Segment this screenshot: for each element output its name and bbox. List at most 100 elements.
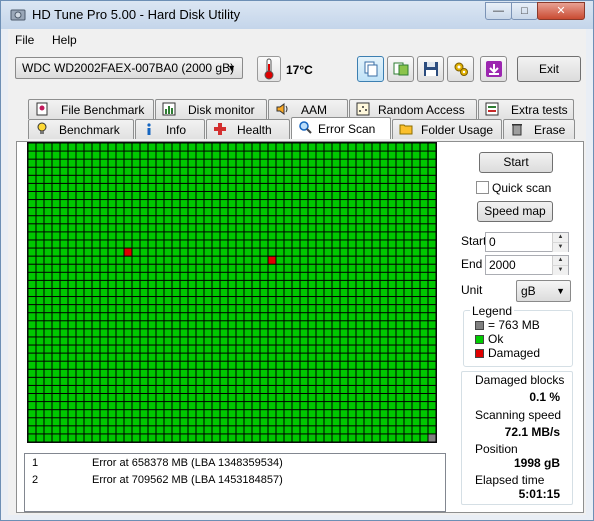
- thermometer-button[interactable]: [257, 56, 281, 82]
- block-ok: [292, 216, 300, 224]
- block-ok: [76, 361, 84, 369]
- start-button[interactable]: Start: [479, 152, 553, 173]
- tab-erase[interactable]: Erase: [503, 119, 575, 139]
- block-ok: [76, 280, 84, 288]
- quick-scan-label[interactable]: Quick scan: [492, 181, 551, 195]
- block-ok: [36, 248, 44, 256]
- block-ok: [276, 305, 284, 313]
- copy-button[interactable]: [357, 56, 384, 82]
- block-ok: [420, 183, 428, 191]
- menu-help[interactable]: Help: [52, 33, 77, 47]
- block-ok: [348, 369, 356, 377]
- tab-disk-monitor[interactable]: Disk monitor: [155, 99, 267, 119]
- block-ok: [300, 337, 308, 345]
- list-item[interactable]: 1 Error at 658378 MB (LBA 1348359534): [25, 457, 445, 473]
- tab-label: Folder Usage: [421, 123, 494, 137]
- spin-down-icon[interactable]: ▼: [552, 242, 568, 252]
- block-ok: [268, 167, 276, 175]
- legend-swatch-damaged: [475, 349, 484, 358]
- block-ok: [396, 321, 404, 329]
- block-ok: [44, 321, 52, 329]
- tab-extra-tests[interactable]: Extra tests: [478, 99, 574, 119]
- block-ok: [260, 216, 268, 224]
- block-ok: [428, 159, 436, 167]
- block-ok: [236, 288, 244, 297]
- block-ok: [228, 248, 236, 256]
- block-ok: [172, 167, 180, 175]
- block-ok: [284, 369, 292, 377]
- speed-map-button[interactable]: Speed map: [477, 201, 553, 222]
- block-ok: [372, 402, 380, 410]
- tab-info[interactable]: Info: [135, 119, 205, 139]
- block-ok: [340, 345, 348, 353]
- block-ok: [332, 426, 340, 434]
- block-ok: [204, 216, 212, 224]
- file-benchmark-icon: [36, 102, 48, 116]
- block-ok: [92, 151, 100, 159]
- block-ok: [100, 345, 108, 353]
- block-ok: [300, 313, 308, 321]
- end-spinbox[interactable]: 2000 ▲ ▼: [485, 255, 569, 275]
- block-ok: [212, 216, 220, 224]
- block-ok: [412, 385, 420, 394]
- copy-screenshot-button[interactable]: [387, 56, 414, 82]
- block-ok: [84, 280, 92, 288]
- block-ok: [268, 385, 276, 394]
- block-ok: [108, 394, 116, 402]
- block-ok: [44, 200, 52, 208]
- block-ok: [148, 353, 156, 361]
- error-list[interactable]: 1 Error at 658378 MB (LBA 1348359534) 2 …: [24, 453, 446, 512]
- block-ok: [172, 402, 180, 410]
- block-ok: [372, 329, 380, 337]
- download-button[interactable]: [480, 56, 507, 82]
- drive-select[interactable]: WDC WD2002FAEX-007BA0 (2000 gB) ▼: [15, 57, 243, 79]
- options-button[interactable]: [447, 56, 474, 82]
- tab-folder-usage[interactable]: Folder Usage: [392, 119, 502, 139]
- minimize-button[interactable]: —: [485, 2, 512, 20]
- block-ok: [380, 232, 388, 240]
- block-ok: [332, 143, 340, 151]
- block-ok: [68, 329, 76, 337]
- block-ok: [116, 200, 124, 208]
- block-ok: [228, 313, 236, 321]
- block-ok: [108, 305, 116, 313]
- block-ok: [420, 402, 428, 410]
- quick-scan-checkbox[interactable]: [476, 181, 489, 194]
- block-ok: [164, 329, 172, 337]
- tab-random-access[interactable]: Random Access: [349, 99, 477, 119]
- list-item[interactable]: 2 Error at 709562 MB (LBA 1453184857): [25, 474, 445, 490]
- spin-down-icon[interactable]: ▼: [552, 265, 568, 275]
- tab-aam[interactable]: AAM: [268, 99, 348, 119]
- block-ok: [164, 288, 172, 297]
- block-ok: [404, 272, 412, 280]
- block-ok: [148, 272, 156, 280]
- spin-up-icon[interactable]: ▲: [552, 256, 568, 265]
- block-ok: [396, 426, 404, 434]
- menu-file[interactable]: File: [15, 33, 34, 47]
- maximize-button[interactable]: □: [511, 2, 538, 20]
- block-ok: [124, 143, 132, 151]
- block-ok: [300, 256, 308, 264]
- block-ok: [84, 232, 92, 240]
- block-ok: [356, 418, 364, 426]
- block-ok: [156, 361, 164, 369]
- block-ok: [220, 305, 228, 313]
- close-button[interactable]: ✕: [537, 2, 585, 20]
- tab-file-benchmark[interactable]: File Benchmark: [28, 99, 154, 119]
- start-spinbox[interactable]: 0 ▲ ▼: [485, 232, 569, 252]
- tab-benchmark[interactable]: Benchmark: [28, 119, 134, 139]
- unit-select[interactable]: gB ▼: [516, 280, 571, 302]
- tab-error-scan[interactable]: Error Scan: [291, 117, 391, 139]
- block-ok: [124, 256, 132, 264]
- block-ok: [276, 394, 284, 402]
- exit-button[interactable]: Exit: [517, 56, 581, 82]
- tab-health[interactable]: Health: [206, 119, 290, 139]
- spin-up-icon[interactable]: ▲: [552, 233, 568, 242]
- block-ok: [252, 256, 260, 264]
- block-ok: [44, 151, 52, 159]
- block-ok: [196, 426, 204, 434]
- block-ok: [356, 208, 364, 216]
- title-bar[interactable]: HD Tune Pro 5.00 - Hard Disk Utility — □…: [1, 1, 593, 29]
- block-ok: [340, 264, 348, 272]
- save-button[interactable]: [417, 56, 444, 82]
